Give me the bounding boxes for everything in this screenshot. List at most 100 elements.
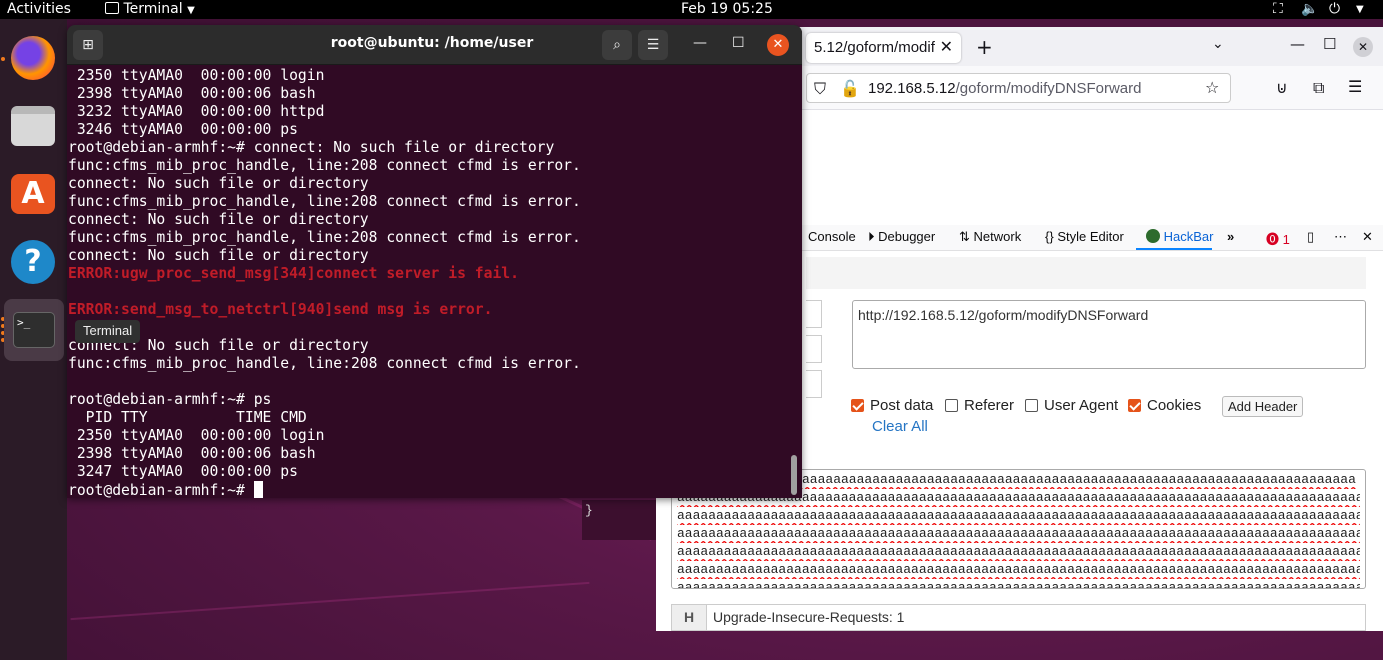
terminal-prompt: root@debian-armhf:~# (68, 482, 254, 498)
power-icon[interactable]: ⏻ (1329, 1, 1340, 17)
system-menu-caret-icon[interactable]: ▼ (1356, 4, 1364, 15)
shield-icon[interactable]: ⛉ (814, 79, 826, 99)
chevron-down-icon[interactable]: ⌄ (1212, 36, 1224, 52)
terminal-line: root@debian-armhf:~# ps (68, 391, 272, 408)
terminal-line: connect: No such file or directory (68, 175, 369, 192)
url-path: /goform/modifyDNSForward (955, 80, 1142, 97)
post-body-line: aaaaaaaaaaaaaaaaaaaaaaaaaaaaaaaaaaaaaaaa… (677, 526, 1360, 541)
caret-down-icon: ▼ (187, 5, 195, 16)
window-close-icon[interactable]: ✕ (1353, 37, 1373, 57)
terminal-title: root@ubuntu: /home/user (330, 35, 534, 51)
checkbox-checked-icon (1128, 399, 1141, 412)
terminal-prompt-line: root@debian-armhf:~# (68, 481, 788, 498)
post-body-line: aaaaaaaaaaaaaaaaaaaaaaaaaaaaaaaaaaaaaaaa… (677, 580, 1360, 589)
close-devtools-icon[interactable]: ✕ (1362, 229, 1373, 245)
hamburger-menu-icon[interactable]: ☰ (1348, 77, 1362, 96)
url-bar[interactable]: ⛉ 🔓 192.168.5.12/goform/modifyDNSForward… (806, 73, 1231, 103)
post-body-line: aaaaaaaaaaaaaaaaaaaaaaaaaaaaaaaaaaaaaaaa… (677, 544, 1360, 559)
terminal-line: func:cfms_mib_proc_handle, line:208 conn… (68, 193, 581, 210)
tab-debugger-label: Debugger (878, 229, 936, 244)
wallpaper-line (70, 581, 590, 621)
top-bar: Activities Terminal ▼ Feb 19 05:25 ⛶ 🔈 ⏻… (0, 0, 1383, 19)
error-icon: ⓿ (1266, 232, 1280, 247)
checkbox-checked-icon (851, 399, 864, 412)
tab-debugger[interactable]: ⏵ Debugger (868, 229, 935, 245)
running-indicator (1, 57, 5, 64)
terminal-line: connect: No such file or directory (68, 337, 369, 354)
dock: A ? >_ (0, 19, 67, 660)
hackbar-url-input[interactable]: http://192.168.5.12/goform/modifyDNSForw… (852, 300, 1366, 369)
terminal-line: PID TTY TIME CMD (68, 409, 307, 426)
more-tabs-icon[interactable]: » (1227, 229, 1234, 244)
terminal-window: ⊞ root@ubuntu: /home/user ⌕ ☰ — ☐ ✕ 2350… (67, 25, 802, 498)
terminal-line: connect: No such file or directory (68, 211, 369, 228)
maximize-icon[interactable]: ☐ (732, 35, 745, 51)
clock[interactable]: Feb 19 05:25 (681, 1, 773, 17)
terminal-line: 2350 ttyAMA0 00:00:00 login (68, 67, 325, 84)
hackbar-split-button[interactable] (806, 335, 822, 363)
files-icon[interactable] (6, 99, 60, 153)
user-agent-checkbox[interactable]: User Agent (1025, 397, 1118, 414)
network-icon[interactable]: ⛶ (1273, 1, 1283, 17)
dock-side-icon[interactable]: ▯ (1307, 229, 1314, 245)
tab-hackbar[interactable]: HackBar (1146, 229, 1213, 244)
terminal-line: func:cfms_mib_proc_handle, line:208 conn… (68, 229, 581, 246)
hackbar-toolbar (806, 257, 1366, 289)
referer-checkbox[interactable]: Referer (945, 397, 1014, 414)
terminal-line: func:cfms_mib_proc_handle, line:208 conn… (68, 355, 581, 372)
hackbar-load-button[interactable] (806, 300, 822, 328)
url-host: 192.168.5.12 (868, 80, 956, 97)
terminal-error-line: ERROR:send_msg_to_netctrl[940]send msg i… (68, 301, 493, 318)
app-center-icon[interactable]: A (6, 167, 60, 221)
hamburger-menu-icon[interactable]: ☰ (638, 30, 668, 60)
minimize-icon[interactable]: — (693, 35, 707, 51)
tab-style-editor-label: Style Editor (1057, 229, 1124, 244)
maximize-icon[interactable]: ☐ (1323, 35, 1336, 53)
braces-icon: {} (1045, 229, 1054, 244)
tab-network[interactable]: ⇅ Network (959, 229, 1021, 245)
extensions-icon[interactable]: ⧉ (1313, 78, 1324, 98)
terminal-header: ⊞ root@ubuntu: /home/user ⌕ ☰ — ☐ ✕ (67, 25, 802, 65)
terminal-line: 3232 ttyAMA0 00:00:00 httpd (68, 103, 325, 120)
new-tab-icon[interactable]: + (976, 35, 993, 59)
more-options-icon[interactable]: ⋯ (1334, 229, 1347, 245)
tab-style-editor[interactable]: {} Style Editor (1045, 229, 1124, 244)
volume-icon[interactable]: 🔈 (1301, 1, 1318, 17)
terminal-icon[interactable]: >_ (4, 299, 64, 361)
tab-active[interactable]: 5.12/goform/modif ✕ (806, 33, 961, 63)
post-data-checkbox[interactable]: Post data (851, 397, 933, 414)
star-icon[interactable]: ☆ (1205, 78, 1219, 97)
post-body-line: aaaaaaaaaaaaaaaaaaaaaaaaaaaaaaaaaaaaaaaa… (677, 562, 1360, 577)
url-text[interactable]: 192.168.5.12/goform/modifyDNSForward (868, 80, 1141, 97)
help-icon[interactable]: ? (6, 235, 60, 289)
app-menu[interactable]: Terminal ▼ (105, 1, 195, 17)
json-viewer-fragment (582, 500, 656, 540)
cookies-checkbox[interactable]: Cookies (1128, 397, 1201, 414)
checkbox-unchecked-icon (945, 399, 958, 412)
minimize-icon[interactable]: — (1290, 35, 1305, 53)
search-icon[interactable]: ⌕ (602, 30, 632, 60)
header-value[interactable]: Upgrade-Insecure-Requests: 1 (713, 609, 904, 625)
insecure-lock-icon[interactable]: 🔓 (840, 79, 860, 98)
close-icon[interactable]: ✕ (940, 37, 953, 56)
post-data-label: Post data (870, 397, 934, 414)
hackbar-execute-button[interactable] (806, 370, 822, 398)
scrollbar-thumb[interactable] (791, 455, 797, 495)
activities-button[interactable]: Activities (7, 1, 71, 17)
pocket-icon[interactable]: ⊍ (1276, 78, 1288, 97)
close-icon[interactable]: ✕ (767, 34, 789, 56)
terminal-line: 2398 ttyAMA0 00:00:06 bash (68, 85, 316, 102)
terminal-output[interactable]: 2350 ttyAMA0 00:00:00 login 2398 ttyAMA0… (68, 67, 788, 498)
terminal-line: root@debian-armhf:~# connect: No such fi… (68, 139, 555, 156)
add-header-button[interactable]: Add Header (1222, 396, 1304, 417)
clear-all-link[interactable]: Clear All (872, 418, 928, 435)
tab-console[interactable]: Console (808, 229, 856, 244)
header-row[interactable]: H Upgrade-Insecure-Requests: 1 (671, 604, 1366, 631)
terminal-error-line: ERROR:ugw_proc_send_msg[344]connect serv… (68, 265, 519, 282)
firefox-icon[interactable] (6, 31, 60, 85)
error-count-badge[interactable]: ⓿ 1 (1266, 229, 1290, 248)
app-menu-label: Terminal (123, 1, 183, 17)
